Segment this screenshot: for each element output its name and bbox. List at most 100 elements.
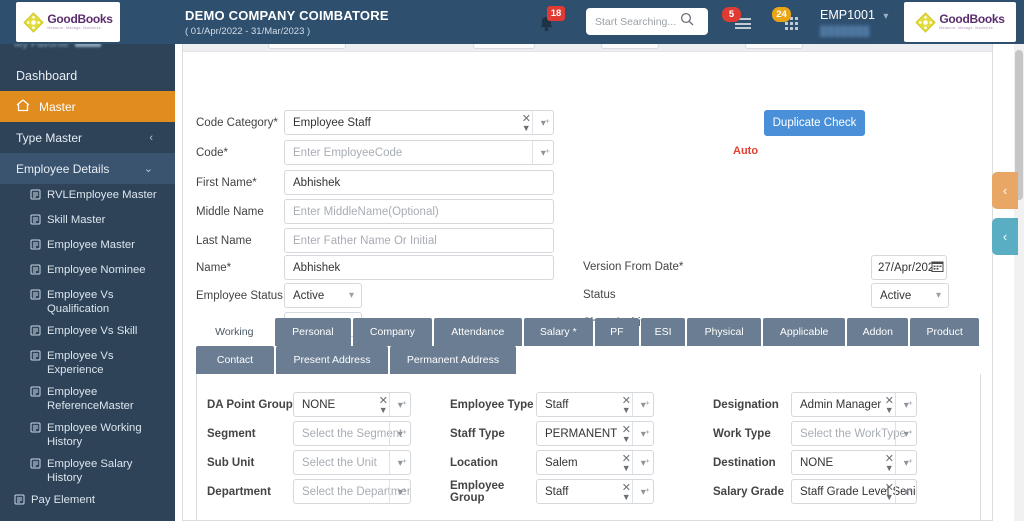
work-type-input[interactable]: Select the WorkType ▾⁺ (791, 421, 917, 446)
dropdown-toggle-icon[interactable]: ▾⁺ (641, 487, 650, 498)
field-last-name: Last Name Enter Father Name Or Initial (196, 228, 554, 253)
location-input[interactable]: Salem ✕ ▼ ▾⁺ (536, 450, 654, 475)
status-select[interactable]: Active ▾ (871, 283, 949, 308)
sidebar-group-employee-details[interactable]: Employee Details ⌄ (0, 153, 175, 184)
salary-grade-input[interactable]: Staff Grade Level Senio ✕ ▼ ▾⁺ (791, 479, 917, 504)
sidebar-item-employee-vs-skill[interactable]: Employee Vs Skill (0, 320, 175, 345)
tab-company[interactable]: Company (353, 318, 432, 346)
tab-present-address[interactable]: Present Address (276, 346, 388, 374)
pending-list-button[interactable]: 5 (722, 7, 756, 37)
field-label: Sub Unit (207, 456, 255, 469)
dropdown-toggle-icon[interactable]: ▾⁺ (398, 487, 407, 498)
field-employee-status: Employee Status Active ▾ (196, 283, 362, 308)
search-icon[interactable] (680, 12, 694, 31)
sidebar-item-employee-vs-experience[interactable]: Employee Vs Experience (0, 345, 175, 381)
tab-applicable[interactable]: Applicable (762, 318, 846, 346)
tab-addon[interactable]: Addon (847, 318, 909, 346)
dropdown-toggle-icon[interactable]: ▾⁺ (641, 429, 650, 440)
tab-working[interactable]: Working (196, 318, 273, 346)
tab-physical[interactable]: Physical (687, 318, 761, 346)
sidebar-item-master[interactable]: Master (0, 91, 175, 122)
duplicate-check-button[interactable]: Duplicate Check (764, 110, 865, 136)
sub-unit-input[interactable]: Select the Unit ▾⁺ (293, 450, 411, 475)
field-staff-type: Staff Type PERMANENT ✕ ▼ ▾⁺ (450, 421, 654, 446)
field-value: PERMANENT (545, 427, 618, 440)
sidebar-item-label: Pay Element (31, 494, 96, 506)
sidebar-item-skill-master[interactable]: Skill Master (0, 209, 175, 234)
dropdown-toggle-icon[interactable]: ▾⁺ (904, 487, 913, 498)
destination-input[interactable]: NONE ✕ ▼ ▾⁺ (791, 450, 917, 475)
dropdown-toggle-icon[interactable]: ▾⁺ (904, 458, 913, 469)
name-input[interactable]: Abhishek (284, 255, 554, 280)
da-point-group-input[interactable]: NONE ✕ ▼ ▾⁺ (293, 392, 411, 417)
global-search[interactable] (586, 8, 708, 35)
dropdown-toggle-icon[interactable]: ▾⁺ (904, 429, 913, 440)
vertical-scrollbar[interactable] (1014, 44, 1024, 521)
brand-logo-left[interactable]: GoodBooks Measure. Manage. Maximize. (16, 2, 120, 42)
sidebar-item-employee-working-history[interactable]: Employee Working History (0, 417, 175, 453)
employee-status-select[interactable]: Active ▾ (284, 283, 362, 308)
first-name-input[interactable]: Abhishek (284, 170, 554, 195)
sidebar-item-employee-vs-qualification[interactable]: Employee Vs Qualification (0, 284, 175, 320)
dropdown-toggle-icon[interactable]: ▾⁺ (641, 400, 650, 411)
tab-attendance[interactable]: Attendance (433, 318, 522, 346)
sidebar-group-attendance-settings[interactable]: Attendance Settings ‹ (0, 514, 175, 521)
dropdown-toggle-icon[interactable]: ▾⁺ (398, 458, 407, 469)
employee-type-input[interactable]: Staff ✕ ▼ ▾⁺ (536, 392, 654, 417)
dropdown-toggle-icon[interactable]: ▾⁺ (641, 458, 650, 469)
last-name-input[interactable]: Enter Father Name Or Initial (284, 228, 554, 253)
tab-pf[interactable]: PF (594, 318, 639, 346)
department-input[interactable]: Select the Department ▾⁺ (293, 479, 411, 504)
company-title: DEMO COMPANY COIMBATORE (185, 8, 389, 23)
sidebar-item-pay-element[interactable]: Pay Element (0, 489, 175, 514)
notifications-bell[interactable]: 18 (536, 6, 566, 38)
staff-type-input[interactable]: PERMANENT ✕ ▼ ▾⁺ (536, 421, 654, 446)
clear-icon[interactable]: ✕ ▼ (622, 483, 631, 503)
middle-name-input[interactable]: Enter MiddleName(Optional) (284, 199, 554, 224)
sidebar-group-label: Type Master (16, 130, 83, 145)
clear-icon[interactable]: ✕ ▼ (622, 425, 631, 445)
tab-salary-[interactable]: Salary * (523, 318, 593, 346)
calendar-icon[interactable] (931, 260, 944, 276)
orange-panel-toggle[interactable]: ‹ (992, 172, 1018, 209)
sidebar-item-label: Employee Working History (47, 422, 142, 448)
sidebar-group-type-master[interactable]: Type Master ‹ (0, 122, 175, 153)
dropdown-toggle-icon[interactable]: ▾⁺ (541, 148, 550, 159)
clear-icon[interactable]: ✕ ▼ (885, 454, 894, 474)
field-label: Last Name (196, 234, 252, 247)
tab-product[interactable]: Product (910, 318, 980, 346)
brand-logo-right[interactable]: GoodBooks Measure. Manage. Maximize. (904, 2, 1016, 42)
main-content: Code Category* Employee Staff ✕ ▼ ▾⁺ Code… (175, 0, 1024, 521)
clear-icon[interactable]: ✕ ▼ (885, 396, 894, 416)
teal-panel-toggle[interactable]: ‹ (992, 218, 1018, 255)
tab-esi[interactable]: ESI (640, 318, 686, 346)
sidebar-item-employee-salary-history[interactable]: Employee Salary History (0, 453, 175, 489)
sidebar-item-employee-referencemaster[interactable]: Employee ReferenceMaster (0, 381, 175, 417)
designation-input[interactable]: Admin Manager ✕ ▼ ▾⁺ (791, 392, 917, 417)
dropdown-toggle-icon[interactable]: ▾⁺ (541, 118, 550, 129)
segment-input[interactable]: Select the Segment ▾⁺ (293, 421, 411, 446)
sidebar-item-rvlemployee-master[interactable]: RVLEmployee Master (0, 184, 175, 209)
dropdown-toggle-icon[interactable]: ▾⁺ (398, 400, 407, 411)
user-menu[interactable]: EMP1001 ▾ ███████ (820, 6, 888, 37)
version-from-date-input[interactable]: 27/Apr/2023 (871, 255, 947, 280)
clear-icon[interactable]: ✕ ▼ (885, 483, 894, 503)
dropdown-toggle-icon[interactable]: ▾⁺ (398, 429, 407, 440)
code-input[interactable]: Enter EmployeeCode ▾⁺ (284, 140, 554, 165)
search-input[interactable] (586, 15, 678, 28)
apps-grid-button[interactable]: 24 (772, 7, 806, 37)
clear-icon[interactable]: ✕ ▼ (379, 396, 388, 416)
employee-group-input[interactable]: Staff ✕ ▼ ▾⁺ (536, 479, 654, 504)
tab-personal[interactable]: Personal (274, 318, 352, 346)
tab-contact[interactable]: Contact (196, 346, 274, 374)
sidebar-item-dashboard[interactable]: Dashboard (0, 60, 175, 91)
tab-permanent-address[interactable]: Permanent Address (390, 346, 516, 374)
sidebar-item-employee-nominee[interactable]: Employee Nominee (0, 259, 175, 284)
clear-icon[interactable]: ✕ ▼ (622, 396, 631, 416)
clear-icon[interactable]: ✕ ▼ (622, 454, 631, 474)
dropdown-toggle-icon[interactable]: ▾⁺ (904, 400, 913, 411)
chevron-left-icon: ‹ (149, 131, 153, 144)
clear-icon[interactable]: ✕ ▼ (522, 114, 531, 134)
sidebar-item-employee-master[interactable]: Employee Master (0, 234, 175, 259)
code-category-input[interactable]: Employee Staff ✕ ▼ ▾⁺ (284, 110, 554, 135)
